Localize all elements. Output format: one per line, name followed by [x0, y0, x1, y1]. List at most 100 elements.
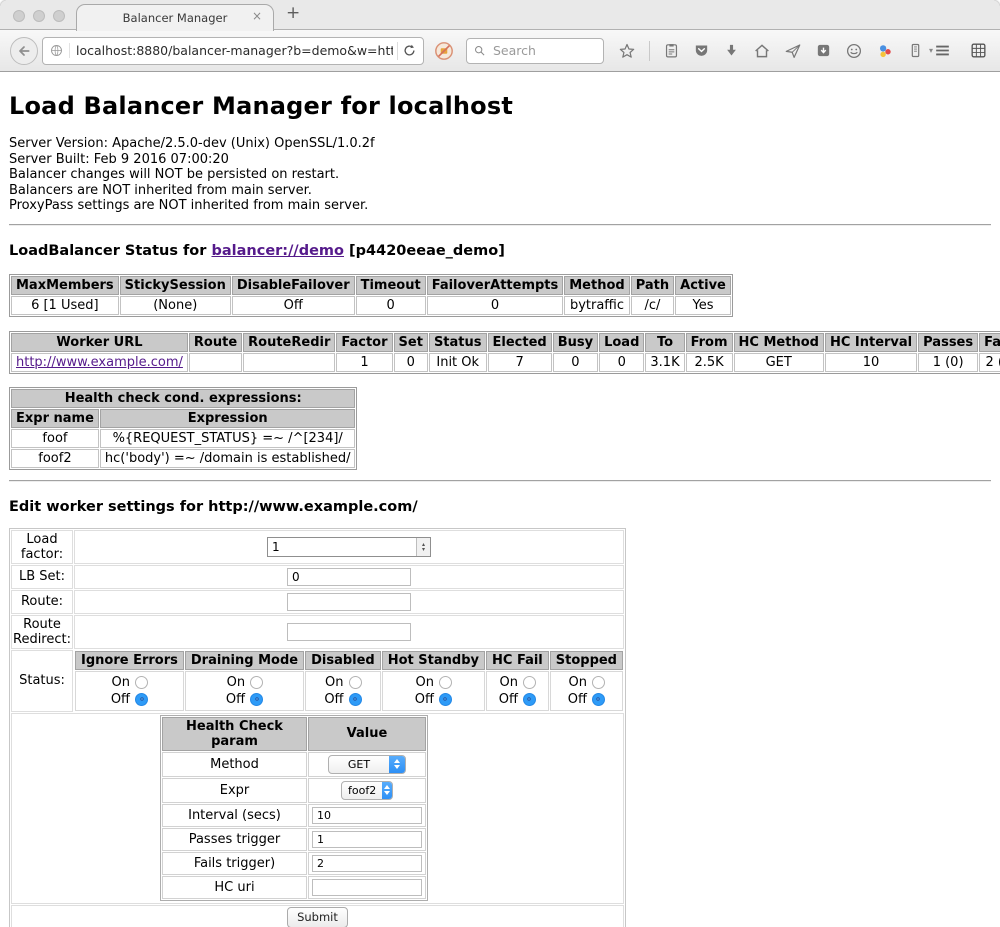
chat-icon[interactable]	[845, 42, 863, 60]
expr-select[interactable]: foof2	[341, 781, 393, 800]
reload-icon[interactable]	[402, 43, 417, 58]
cell-from: 2.5K	[686, 353, 733, 372]
send-icon[interactable]	[784, 42, 802, 60]
radio-draining-mode-off[interactable]	[250, 693, 263, 706]
radio-draining-mode-on[interactable]	[250, 676, 263, 689]
globe-icon[interactable]	[49, 43, 70, 58]
col-hc-fail: HC Fail	[486, 651, 549, 670]
hc-uri-label: HC uri	[162, 876, 307, 899]
lb-set-input[interactable]	[287, 568, 411, 586]
radio-hot-standby-on[interactable]	[439, 676, 452, 689]
status-heading-prefix: LoadBalancer Status for	[9, 243, 211, 259]
cell-failoverattempts: 0	[427, 296, 564, 315]
hc-fails-input[interactable]	[312, 855, 422, 872]
worker-header-row: Worker URL Route RouteRedir Factor Set S…	[11, 333, 1000, 352]
method-select[interactable]: GET	[328, 755, 406, 774]
tab-balancer-manager[interactable]: Balancer Manager ×	[76, 4, 274, 31]
worker-url-link[interactable]: http://www.example.com/	[16, 355, 183, 370]
cell-status: Init Ok	[429, 353, 487, 372]
radio-hc-fail-off[interactable]	[523, 693, 536, 706]
url-text[interactable]: localhost:8880/balancer-manager?b=demo&w…	[70, 43, 393, 58]
col-factor: Factor	[336, 333, 392, 352]
radio-off-label: Off	[226, 693, 245, 706]
search-icon	[473, 44, 486, 57]
radio-off-label: Off	[499, 693, 518, 706]
download-icon[interactable]	[723, 42, 740, 59]
divider-rule	[9, 480, 991, 482]
cell-set: 0	[394, 353, 428, 372]
method-select-value: GET	[329, 758, 389, 771]
load-factor-stepper[interactable]: 1 ▴▾	[267, 537, 431, 557]
radio-ignore-errors-off[interactable]	[135, 693, 148, 706]
server-info: Server Version: Apache/2.5.0-dev (Unix) …	[9, 136, 991, 214]
lb-set-label: LB Set:	[11, 565, 73, 589]
tiles-icon[interactable]	[969, 41, 988, 60]
radio-on-label: On	[568, 676, 586, 689]
col-hc-interval: HC Interval	[825, 333, 917, 352]
radio-stopped-off[interactable]	[592, 693, 605, 706]
blocked-plugin-icon[interactable]	[434, 41, 454, 61]
home-icon[interactable]	[753, 42, 771, 60]
col-load: Load	[599, 333, 644, 352]
back-button[interactable]	[10, 37, 38, 65]
hc-passes-input[interactable]	[312, 831, 422, 848]
status-row: Status: Ignore Errors Draining Mode Disa…	[11, 650, 624, 712]
menu-icon[interactable]	[933, 41, 952, 60]
col-elected: Elected	[488, 333, 552, 352]
cell-routeredir	[243, 353, 335, 372]
spinner-icon[interactable]: ▴▾	[416, 538, 430, 556]
cell-stickysession: (None)	[120, 296, 231, 315]
hc-interval-input[interactable]	[312, 807, 422, 824]
expr-name: foof	[11, 429, 99, 448]
submit-button[interactable]: Submit	[287, 907, 348, 927]
hc-uri-row: HC uri	[162, 876, 426, 899]
sidebar-icon[interactable]	[907, 42, 924, 59]
cell-path: /c/	[631, 296, 674, 315]
hc-expr-label: Expr	[162, 778, 307, 803]
server-version-line: Server Version: Apache/2.5.0-dev (Unix) …	[9, 136, 991, 152]
hc-interval-row: Interval (secs)	[162, 804, 426, 827]
col-ignore-errors: Ignore Errors	[75, 651, 184, 670]
route-input[interactable]	[287, 593, 411, 611]
status-header-row: Ignore Errors Draining Mode Disabled Hot…	[75, 651, 623, 670]
radio-disabled-on[interactable]	[349, 676, 362, 689]
search-input[interactable]	[491, 42, 581, 59]
url-bar[interactable]: localhost:8880/balancer-manager?b=demo&w…	[42, 37, 424, 65]
radio-disabled-off[interactable]	[349, 693, 362, 706]
health-check-row: Health Check param Value Method GET	[11, 713, 624, 904]
pocket-icon[interactable]	[693, 42, 710, 59]
zoom-window-icon[interactable]	[53, 10, 65, 22]
select-stepper-icon	[389, 755, 405, 774]
cell-active: Yes	[675, 296, 731, 315]
load-factor-label: Load factor:	[11, 530, 73, 564]
close-window-icon[interactable]	[13, 10, 25, 22]
route-redirect-input[interactable]	[287, 623, 411, 641]
bookmark-star-icon[interactable]	[618, 42, 636, 60]
save-page-icon[interactable]	[815, 42, 832, 59]
col-hc-param: Health Check param	[162, 717, 307, 751]
radio-off-label: Off	[111, 693, 130, 706]
reading-list-icon[interactable]	[663, 42, 680, 59]
page-content: Load Balancer Manager for localhost Serv…	[0, 72, 1000, 927]
radio-hc-fail-on[interactable]	[523, 676, 536, 689]
hc-uri-input[interactable]	[312, 879, 422, 896]
balancer-demo-link[interactable]: balancer://demo	[211, 243, 344, 259]
route-redirect-row: Route Redirect:	[11, 615, 624, 649]
col-expr-name: Expr name	[11, 409, 99, 428]
route-label: Route:	[11, 590, 73, 614]
radio-ignore-errors-on[interactable]	[135, 676, 148, 689]
new-tab-button[interactable]: +	[286, 3, 300, 23]
toolbar-right-buttons	[933, 41, 990, 60]
minimize-window-icon[interactable]	[33, 10, 45, 22]
col-routeredir: RouteRedir	[243, 333, 335, 352]
colored-dots-icon[interactable]	[876, 42, 894, 60]
cell-hc-method: GET	[734, 353, 824, 372]
load-factor-value[interactable]: 1	[268, 538, 416, 556]
health-check-param-table: Health Check param Value Method GET	[160, 715, 428, 901]
col-timeout: Timeout	[356, 276, 426, 295]
tab-close-icon[interactable]: ×	[252, 10, 262, 22]
radio-hot-standby-off[interactable]	[439, 693, 452, 706]
tab-bar: Balancer Manager × +	[0, 0, 1000, 30]
search-box[interactable]	[466, 38, 604, 64]
radio-stopped-on[interactable]	[592, 676, 605, 689]
